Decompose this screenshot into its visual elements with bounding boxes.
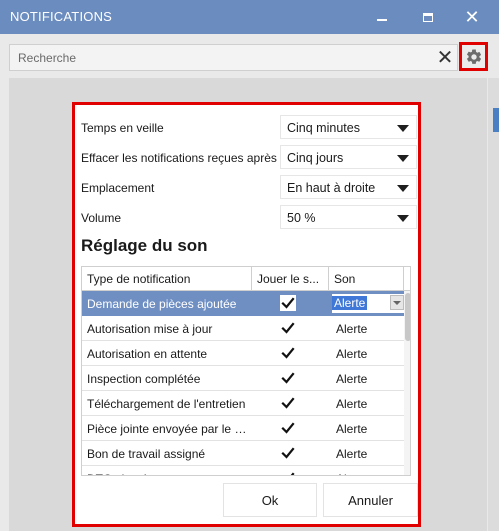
- table-row[interactable]: Autorisation en attente Alerte: [82, 341, 404, 366]
- notification-type-cell: DTC ajouté: [87, 472, 249, 475]
- play-sound-checkbox[interactable]: [280, 320, 296, 336]
- window-title: NOTIFICATIONS: [10, 9, 113, 24]
- ok-button[interactable]: Ok: [223, 483, 317, 517]
- clear-search-icon[interactable]: ✕: [434, 45, 456, 70]
- setting-label: Effacer les notifications reçues après: [81, 151, 277, 165]
- minimize-button[interactable]: [362, 0, 402, 34]
- checkmark-icon: [281, 322, 295, 334]
- notification-type-cell: Pièce jointe envoyée par le technicien: [87, 422, 249, 436]
- play-sound-checkbox[interactable]: [280, 470, 296, 475]
- notification-type-cell: Autorisation en attente: [87, 347, 208, 361]
- chevron-down-icon: [397, 215, 409, 222]
- play-sound-checkbox[interactable]: [280, 370, 296, 386]
- sound-cell: Alerte: [336, 472, 367, 475]
- chevron-down-icon: [397, 185, 409, 192]
- notification-type-cell: Demande de pièces ajoutée: [87, 297, 237, 311]
- sound-cell: Alerte: [336, 322, 367, 336]
- notification-type-cell: Inspection complétée: [87, 372, 201, 386]
- checkmark-icon: [281, 447, 295, 459]
- search-bar: ✕: [9, 44, 458, 71]
- sound-section-title: Réglage du son: [81, 236, 208, 255]
- setting-row-clear-after: Effacer les notifications reçues après C…: [81, 145, 417, 169]
- column-header-sound[interactable]: Son: [329, 267, 404, 291]
- volume-dropdown[interactable]: 50 %: [280, 205, 417, 229]
- sound-value: Alerte: [336, 347, 368, 361]
- setting-label: Temps en veille: [81, 121, 164, 135]
- table-row[interactable]: DTC ajouté Alerte: [82, 466, 404, 475]
- sound-cell: Alerte: [336, 397, 367, 411]
- table-row[interactable]: Demande de pièces ajoutée Alerte: [82, 291, 406, 316]
- scrollbar-thumb[interactable]: [405, 293, 410, 341]
- play-sound-checkbox[interactable]: [280, 445, 296, 461]
- sound-value: Alerte: [336, 447, 368, 461]
- chevron-down-icon: [397, 155, 409, 162]
- checkmark-icon: [281, 397, 295, 409]
- clear-after-dropdown[interactable]: Cinq jours: [280, 145, 417, 169]
- maximize-button[interactable]: [408, 0, 448, 34]
- dropdown-value: En haut à droite: [287, 181, 376, 195]
- notification-type-cell: Téléchargement de l'entretien: [87, 397, 246, 411]
- grid-header: Type de notification Jouer le s... Son: [82, 267, 410, 291]
- sound-value: Alerte: [336, 322, 368, 336]
- chevron-down-icon: [397, 125, 409, 132]
- table-row[interactable]: Téléchargement de l'entretien Alerte: [82, 391, 404, 416]
- checkmark-icon: [290, 472, 295, 475]
- setting-row-location: Emplacement En haut à droite: [81, 175, 417, 199]
- notification-type-cell: Autorisation mise à jour: [87, 322, 213, 336]
- play-sound-checkbox[interactable]: [280, 395, 296, 411]
- table-row[interactable]: Autorisation mise à jour Alerte: [82, 316, 404, 341]
- sound-cell: Alerte: [336, 422, 367, 436]
- grid-scrollbar[interactable]: [404, 291, 410, 475]
- checkmark-icon: [281, 372, 295, 384]
- sound-grid: Type de notification Jouer le s... Son D…: [81, 266, 411, 476]
- setting-label: Emplacement: [81, 181, 155, 195]
- settings-dialog: Temps en veille Cinq minutes Effacer les…: [72, 102, 421, 527]
- sound-cell: Alerte: [336, 372, 367, 386]
- sound-cell: Alerte: [336, 447, 367, 461]
- sound-value: Alerte: [336, 422, 368, 436]
- gear-icon: [466, 48, 481, 64]
- play-sound-checkbox[interactable]: [280, 420, 296, 436]
- sound-value: Alerte: [332, 296, 368, 310]
- checkmark-icon: [281, 422, 295, 434]
- location-dropdown[interactable]: En haut à droite: [280, 175, 417, 199]
- close-icon: ✕: [464, 6, 480, 27]
- checkmark-icon: [281, 347, 295, 359]
- setting-label: Volume: [81, 211, 122, 225]
- checkmark-icon: [281, 297, 295, 309]
- play-sound-checkbox[interactable]: [280, 295, 296, 311]
- side-edge-marker: [493, 108, 499, 132]
- table-row[interactable]: Inspection complétée Alerte: [82, 366, 404, 391]
- dropdown-value: 50 %: [287, 211, 316, 225]
- cancel-button[interactable]: Annuler: [323, 483, 418, 517]
- setting-row-sleep: Temps en veille Cinq minutes: [81, 115, 417, 139]
- settings-button[interactable]: [459, 42, 488, 71]
- minimize-icon: [377, 19, 387, 21]
- play-sound-checkbox[interactable]: [280, 345, 296, 361]
- close-window-button[interactable]: ✕: [452, 0, 492, 34]
- dropdown-value: Cinq jours: [287, 151, 344, 165]
- table-row[interactable]: Pièce jointe envoyée par le technicien Al…: [82, 416, 404, 441]
- sleep-time-dropdown[interactable]: Cinq minutes: [280, 115, 417, 139]
- chevron-down-icon[interactable]: [390, 295, 404, 310]
- sound-value: Alerte: [336, 472, 367, 475]
- search-input[interactable]: [10, 45, 410, 70]
- notification-type-cell: Bon de travail assigné: [87, 447, 206, 461]
- title-bar: NOTIFICATIONS ✕: [0, 0, 499, 34]
- sound-dropdown[interactable]: Alerte: [332, 294, 406, 313]
- side-edge: [488, 78, 499, 531]
- sound-cell: Alerte: [336, 347, 367, 361]
- maximize-icon: [423, 12, 433, 22]
- sound-value: Alerte: [336, 372, 368, 386]
- table-row[interactable]: Bon de travail assigné Alerte: [82, 441, 404, 466]
- column-header-type[interactable]: Type de notification: [82, 267, 252, 291]
- sound-value: Alerte: [336, 397, 368, 411]
- dropdown-value: Cinq minutes: [287, 121, 360, 135]
- setting-row-volume: Volume 50 %: [81, 205, 417, 229]
- column-header-play[interactable]: Jouer le s...: [252, 267, 329, 291]
